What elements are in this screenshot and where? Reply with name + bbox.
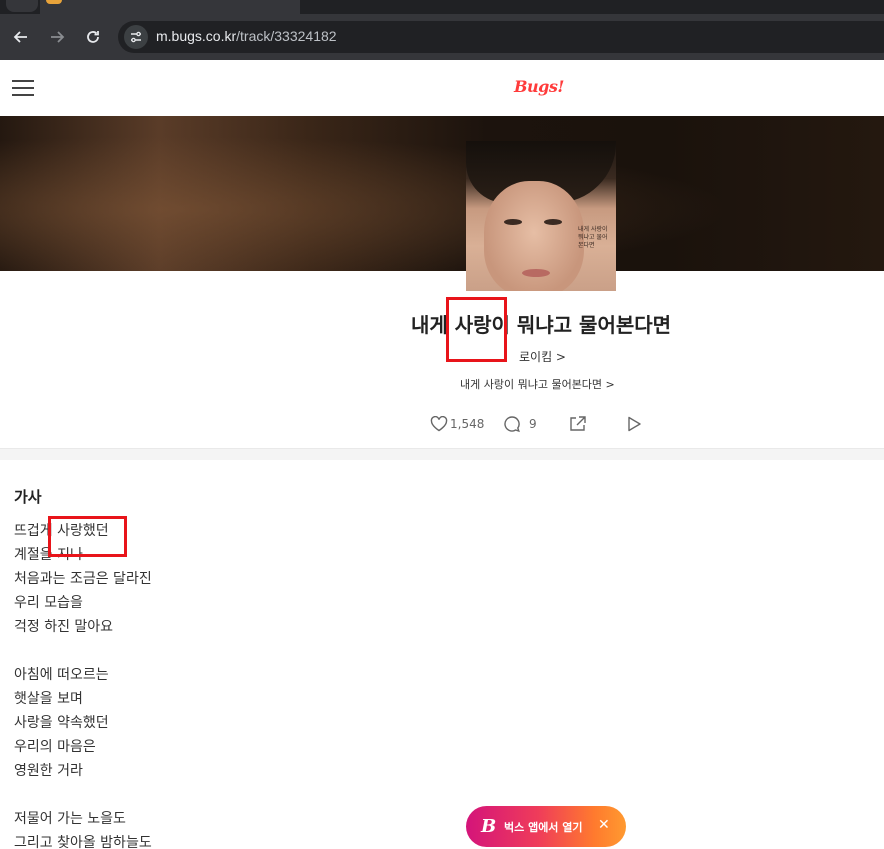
artist-link[interactable]: 로이킴 > [519, 348, 566, 365]
tab-favicon-icon [46, 0, 62, 4]
comment-icon [504, 416, 520, 433]
hero-background [0, 116, 884, 271]
site-info-button[interactable] [124, 25, 148, 49]
browser-toolbar: m.bugs.co.kr/track/33324182 [0, 14, 884, 60]
track-title: 내게 사랑이 뭐냐고 물어본다면 [410, 313, 672, 337]
lyric-line [14, 639, 152, 663]
url-host: m.bugs.co.kr [156, 28, 237, 44]
forward-button[interactable] [44, 24, 70, 50]
url-path: /track/33324182 [236, 28, 337, 44]
lyric-line: 햇살을 보며 [14, 691, 83, 707]
lyric-line: 아침에 떠오르는 [14, 667, 109, 683]
reload-icon [87, 31, 99, 43]
url-text[interactable]: m.bugs.co.kr/track/33324182 [156, 28, 337, 44]
lyrics-heading: 가사 [14, 488, 42, 506]
site-header: Bugs! [0, 60, 884, 116]
address-bar[interactable]: m.bugs.co.kr/track/33324182 [118, 21, 884, 53]
lyric-line: 처음과는 조금은 달라진 [14, 571, 152, 587]
lyric-line: 그리고 찾아올 밤하늘도 [14, 835, 152, 849]
lyric-line: 걱정 하진 말아요 [14, 619, 114, 635]
comment-button[interactable]: 9 [503, 412, 537, 436]
lyrics-body: 뜨겁게 사랑했던 계절을 지나 처음과는 조금은 달라진 우리 모습을 걱정 하… [14, 519, 152, 849]
open-in-app-label: 벅스 앱에서 열기 [504, 821, 583, 834]
browser-tabstrip [0, 0, 884, 14]
share-button[interactable] [569, 412, 587, 436]
like-button[interactable]: 1,548 [430, 412, 484, 436]
highlight-box-title [446, 297, 507, 362]
like-count: 1,548 [450, 417, 485, 431]
forward-arrow-icon [51, 31, 65, 43]
close-icon[interactable]: ✕ [598, 817, 610, 833]
lyric-line [14, 783, 152, 807]
lyric-line: 저물어 가는 노을도 [14, 811, 126, 827]
menu-icon[interactable] [12, 80, 34, 96]
reload-button[interactable] [80, 24, 106, 50]
heart-icon [430, 416, 448, 432]
bugs-app-icon: B [481, 816, 497, 837]
browser-tab-inactive[interactable] [6, 0, 38, 12]
share-icon [570, 416, 586, 431]
section-divider [0, 448, 884, 460]
play-button[interactable] [626, 412, 642, 436]
album-cover[interactable]: 내게 사랑이 뭐냐고 물어본다면 [466, 141, 616, 291]
tune-icon [131, 31, 141, 43]
bugs-logo[interactable]: Bugs! [514, 77, 564, 96]
lyric-line: 우리의 마음은 [14, 739, 96, 755]
album-link[interactable]: 내게 사랑이 뭐냐고 물어본다면 > [460, 376, 615, 392]
lyric-line: 영원한 거라 [14, 763, 83, 779]
back-arrow-icon [13, 31, 27, 43]
track-actions: 1,548 9 [0, 412, 884, 436]
lyric-line: 사랑을 약속했던 [14, 715, 109, 731]
browser-tab-active[interactable] [40, 0, 300, 14]
back-button[interactable] [8, 24, 34, 50]
cover-text: 내게 사랑이 뭐냐고 물어본다면 [578, 226, 608, 249]
comment-count: 9 [529, 417, 537, 431]
play-icon [628, 416, 641, 432]
highlight-box-lyric [48, 516, 127, 557]
open-in-app-button[interactable]: B 벅스 앱에서 열기 ✕ [466, 806, 626, 847]
lyric-line: 우리 모습을 [14, 595, 83, 611]
